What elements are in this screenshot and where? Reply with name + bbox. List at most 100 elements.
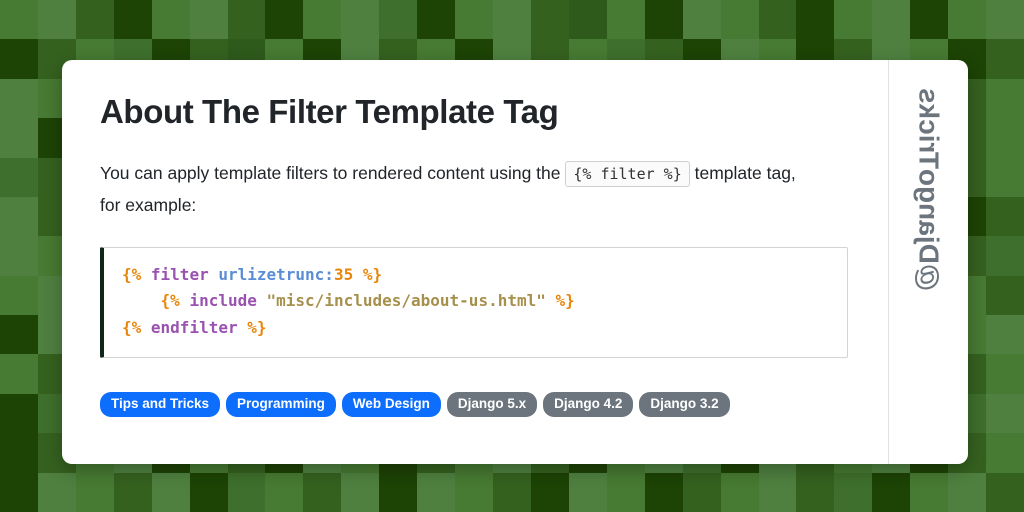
- mosaic-cell: [872, 472, 911, 512]
- mosaic-cell: [986, 78, 1024, 119]
- mosaic-cell: [0, 315, 38, 355]
- mosaic-cell: [0, 275, 38, 316]
- tag-badge[interactable]: Tips and Tricks: [100, 392, 221, 417]
- mosaic-cell: [341, 472, 380, 512]
- tag-badge[interactable]: Web Design: [341, 392, 441, 417]
- mosaic-cell: [910, 0, 949, 40]
- mosaic-cell: [758, 0, 797, 40]
- code-token-kw: endfilter: [150, 317, 238, 337]
- mosaic-cell: [834, 472, 873, 512]
- code-token-tag: %}: [362, 264, 383, 284]
- mosaic-cell: [986, 236, 1024, 276]
- mosaic-cell: [682, 0, 721, 40]
- mosaic-cell: [379, 472, 418, 512]
- mosaic-cell: [796, 0, 835, 40]
- mosaic-cell: [0, 196, 38, 237]
- mosaic-cell: [530, 472, 569, 512]
- mosaic-cell: [417, 472, 456, 512]
- side-handle-label: @DjangoTricks: [913, 88, 945, 292]
- mosaic-cell: [644, 0, 683, 40]
- mosaic-cell: [606, 472, 645, 512]
- mosaic-cell: [986, 196, 1024, 237]
- mosaic-cell: [0, 354, 38, 394]
- mosaic-cell: [986, 354, 1024, 394]
- mosaic-cell: [872, 0, 911, 40]
- mosaic-cell: [948, 0, 987, 40]
- mosaic-cell: [986, 39, 1024, 79]
- tag-badge[interactable]: Django 4.2: [543, 392, 634, 417]
- mosaic-cell: [0, 0, 38, 40]
- mosaic-cell: [151, 472, 190, 512]
- mosaic-cell: [113, 472, 152, 512]
- mosaic-cell: [493, 0, 531, 40]
- mosaic-cell: [986, 118, 1024, 158]
- code-token-str: "misc/includes/about-us.html": [266, 291, 546, 311]
- mosaic-cell: [758, 472, 797, 512]
- mosaic-cell: [113, 0, 152, 40]
- code-block-content: {% filter urlizetrunc:35 %} {% include "…: [122, 262, 831, 342]
- mosaic-cell: [341, 0, 380, 40]
- mosaic-cell: [568, 472, 607, 512]
- mosaic-cell: [189, 0, 228, 40]
- mosaic-cell: [37, 472, 76, 512]
- card-body: About The Filter Template Tag You can ap…: [62, 60, 889, 464]
- mosaic-cell: [0, 157, 38, 197]
- mosaic-cell: [455, 472, 494, 512]
- mosaic-cell: [568, 0, 607, 40]
- content-card: About The Filter Template Tag You can ap…: [62, 60, 968, 464]
- mosaic-cell: [417, 0, 456, 40]
- mosaic-cell: [151, 0, 190, 40]
- code-token-num: 35: [333, 264, 354, 284]
- code-token-name: urlizetrunc:: [218, 264, 334, 284]
- tag-badge[interactable]: Django 5.x: [446, 392, 538, 417]
- mosaic-cell: [75, 0, 114, 40]
- side-handle: @DjangoTricks: [889, 60, 968, 464]
- code-token-tag: %}: [555, 291, 575, 311]
- mosaic-cell: [986, 315, 1024, 355]
- mosaic-cell: [720, 0, 759, 40]
- mosaic-cell: [493, 472, 531, 512]
- mosaic-cell: [986, 0, 1024, 40]
- mosaic-cell: [530, 0, 569, 40]
- mosaic-cell: [0, 236, 38, 276]
- tag-badge[interactable]: Programming: [226, 392, 336, 417]
- mosaic-cell: [986, 393, 1024, 434]
- code-token-kw: include: [189, 291, 257, 311]
- mosaic-cell: [0, 78, 38, 119]
- mosaic-cell: [948, 472, 987, 512]
- tag-badge-list: Tips and Tricks Programming Web Design Djan…: [100, 392, 730, 417]
- mosaic-cell: [986, 472, 1024, 512]
- intro-text-before: You can apply template filters to render…: [100, 162, 561, 183]
- mosaic-cell: [0, 393, 38, 434]
- mosaic-cell: [0, 433, 38, 473]
- mosaic-cell: [606, 0, 645, 40]
- mosaic-cell: [379, 0, 418, 40]
- mosaic-cell: [227, 0, 266, 40]
- mosaic-cell: [265, 0, 304, 40]
- mosaic-cell: [986, 157, 1024, 197]
- mosaic-cell: [303, 0, 342, 40]
- mosaic-cell: [644, 472, 683, 512]
- code-token-kw: filter: [150, 264, 209, 284]
- mosaic-cell: [303, 472, 342, 512]
- code-token-tag: {%: [122, 317, 142, 337]
- code-lines: {% filter urlizetrunc:35 %} {% include "…: [122, 265, 575, 337]
- mosaic-cell: [265, 472, 304, 512]
- tag-badge[interactable]: Django 3.2: [639, 392, 730, 417]
- mosaic-cell: [37, 0, 76, 40]
- mosaic-cell: [682, 472, 721, 512]
- mosaic-cell: [796, 472, 835, 512]
- mosaic-cell: [0, 39, 38, 79]
- intro-paragraph: You can apply template filters to render…: [100, 158, 820, 221]
- mosaic-cell: [75, 472, 114, 512]
- mosaic-cell: [189, 472, 228, 512]
- code-token-tag: {%: [122, 264, 142, 284]
